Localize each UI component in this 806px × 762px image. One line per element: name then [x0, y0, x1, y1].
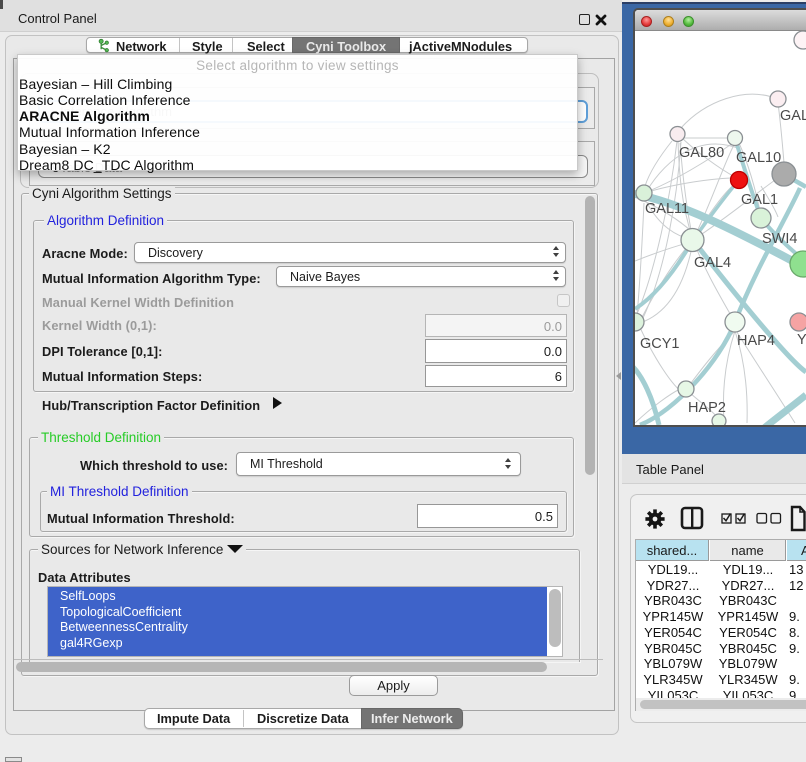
svg-text:HAP2: HAP2 [688, 400, 726, 416]
svg-text:GAL1: GAL1 [741, 192, 778, 208]
svg-text:GAL10: GAL10 [736, 150, 781, 166]
svg-text:GAL: GAL [780, 108, 806, 124]
svg-text:GCY1: GCY1 [640, 336, 680, 352]
svg-text:HAP4: HAP4 [737, 333, 775, 349]
svg-text:GAL80: GAL80 [679, 145, 724, 161]
svg-text:SWI4: SWI4 [762, 231, 797, 247]
svg-text:Y: Y [797, 332, 806, 348]
svg-text:GAL11: GAL11 [645, 201, 689, 217]
svg-text:GAL4: GAL4 [694, 255, 731, 271]
